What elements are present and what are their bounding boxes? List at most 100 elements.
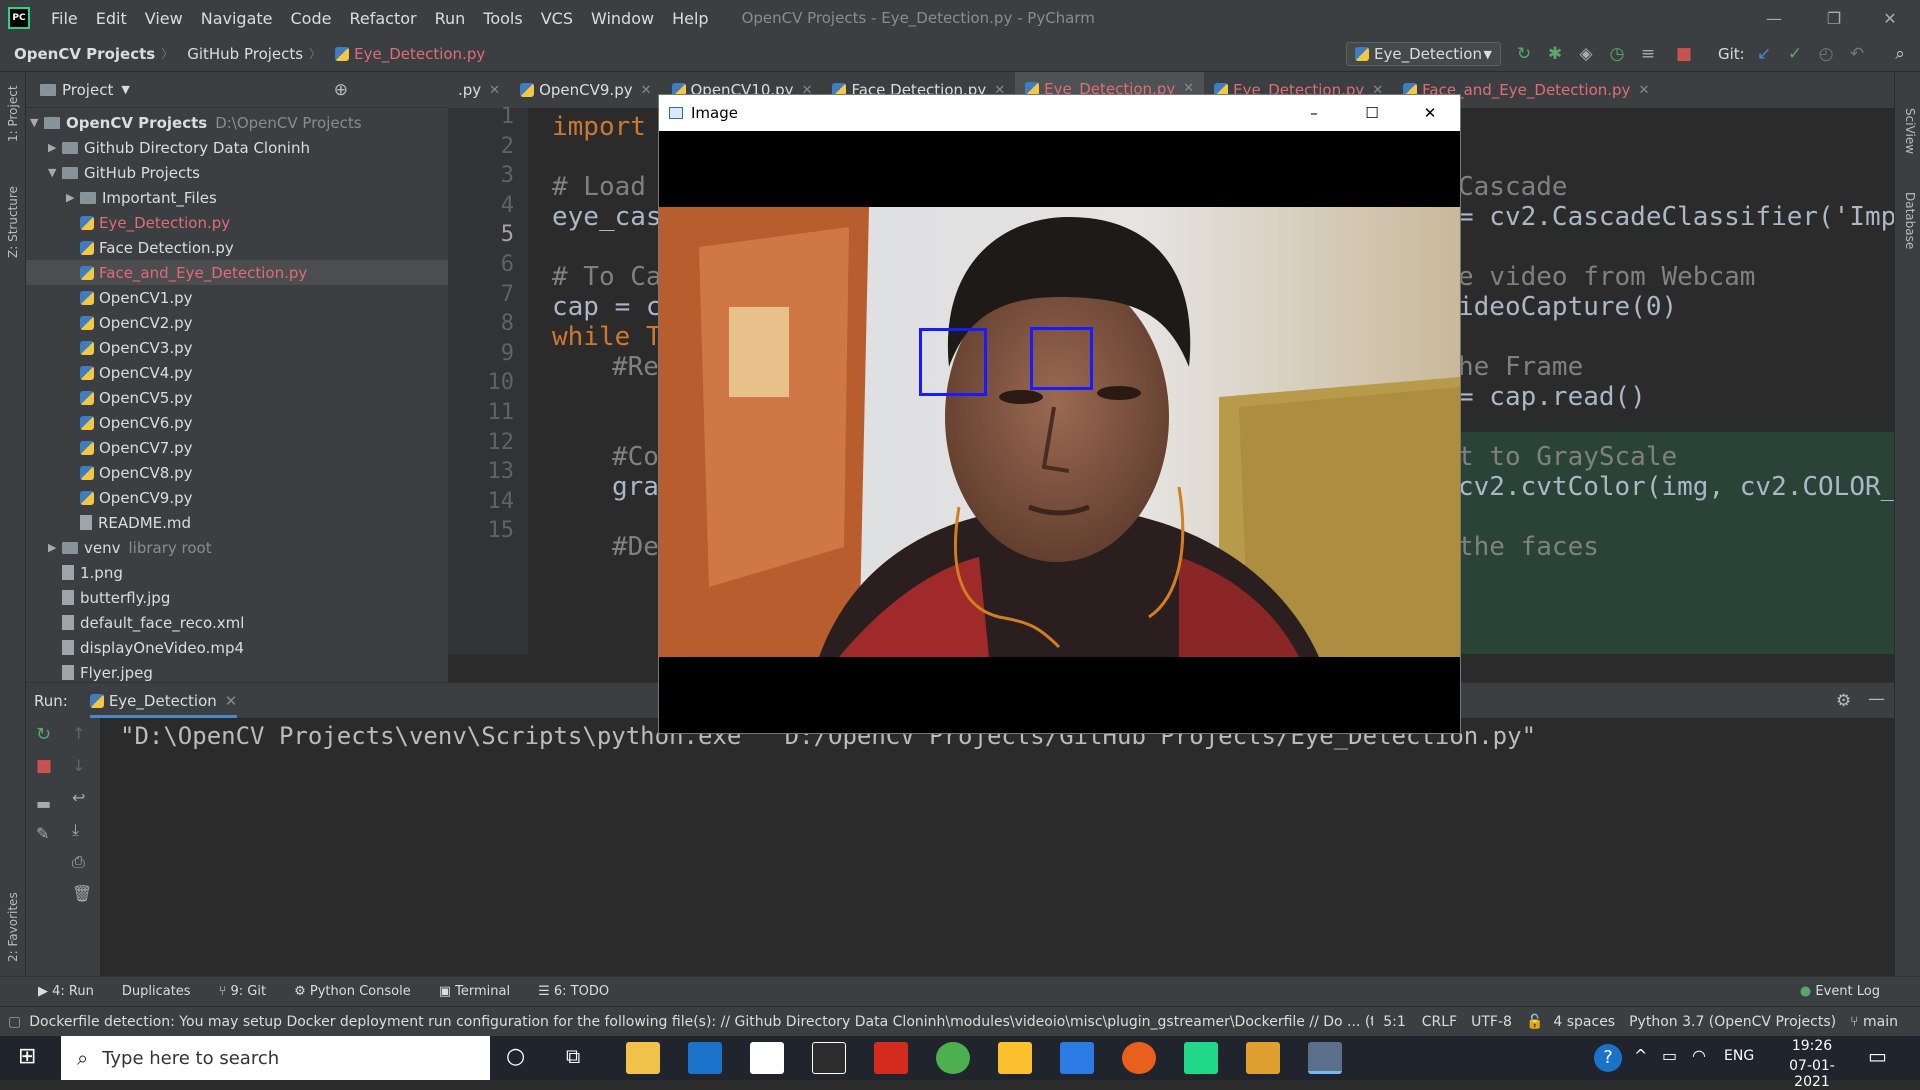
taskbar-search[interactable]: ⌕ Type here to search bbox=[61, 1036, 490, 1080]
close-tab-icon[interactable]: ✕ bbox=[225, 692, 238, 710]
up-arrow-icon[interactable]: ↑ bbox=[72, 724, 85, 743]
opencv-image-window[interactable]: Image – ☐ ✕ bbox=[658, 94, 1461, 734]
status-message[interactable]: Dockerfile detection: You may setup Dock… bbox=[29, 1014, 1373, 1030]
chevron-up-icon[interactable]: ^ bbox=[1634, 1046, 1647, 1065]
tree-item[interactable]: OpenCV1.py bbox=[26, 285, 448, 310]
menu-help[interactable]: Help bbox=[663, 9, 717, 28]
breadcrumb-folder[interactable]: GitHub Projects bbox=[173, 45, 309, 63]
stop-icon[interactable]: ■ bbox=[36, 756, 52, 776]
lock-icon[interactable]: 🔓 bbox=[1526, 1014, 1543, 1030]
tool-tab-todo[interactable]: ☰ 6: TODO bbox=[524, 984, 623, 999]
tree-item[interactable]: OpenCV4.py bbox=[26, 360, 448, 385]
tree-item[interactable]: OpenCV9.py bbox=[26, 485, 448, 510]
collapse-arrow-icon[interactable]: ▶ bbox=[48, 141, 62, 154]
task-view-icon[interactable]: ⧉ bbox=[566, 1044, 580, 1068]
project-tool-label[interactable]: 1: Project bbox=[6, 85, 20, 142]
caret-position[interactable]: 5:1 bbox=[1383, 1014, 1406, 1030]
app-icon[interactable] bbox=[812, 1042, 846, 1074]
expand-arrow-icon[interactable]: ▼ bbox=[30, 116, 44, 129]
indent-setting[interactable]: 4 spaces bbox=[1553, 1014, 1615, 1030]
close-icon[interactable]: ✕ bbox=[1860, 0, 1920, 36]
scroll-to-end-icon[interactable]: ⤓ bbox=[72, 820, 79, 840]
settings-icon[interactable]: ⚙ bbox=[1836, 691, 1851, 711]
stop-icon[interactable]: ■ bbox=[1674, 44, 1694, 64]
tree-item[interactable]: butterfly.jpg bbox=[26, 585, 448, 610]
tree-item[interactable]: Eye_Detection.py bbox=[26, 210, 448, 235]
breadcrumb-project[interactable]: OpenCV Projects bbox=[0, 45, 161, 63]
wifi-icon[interactable]: ◠ bbox=[1692, 1046, 1706, 1065]
tree-item[interactable]: 1.png bbox=[26, 560, 448, 585]
run-config-select[interactable]: Eye_Detection ▼ bbox=[1346, 42, 1501, 66]
tool-tab-git[interactable]: ⑂ 9: Git bbox=[205, 984, 281, 999]
git-branch[interactable]: ⑂ main bbox=[1850, 1014, 1898, 1030]
firefox-icon[interactable] bbox=[1122, 1042, 1156, 1074]
rerun-icon[interactable]: ↻ bbox=[1514, 44, 1534, 64]
help-icon[interactable]: ? bbox=[1594, 1044, 1622, 1072]
pin-icon[interactable]: ✎ bbox=[36, 824, 49, 843]
menu-run[interactable]: Run bbox=[426, 9, 475, 28]
run-console[interactable]: "D:\OpenCV Projects\venv\Scripts\python.… bbox=[100, 718, 1894, 976]
editor-tab[interactable]: OpenCV9.py ✕ bbox=[510, 72, 661, 108]
concurrency-icon[interactable]: ≡ bbox=[1638, 44, 1658, 64]
layout-icon[interactable]: ▬ bbox=[36, 794, 51, 813]
tree-item[interactable]: OpenCV2.py bbox=[26, 310, 448, 335]
run-tab[interactable]: Eye_Detection ✕ bbox=[89, 684, 238, 718]
down-arrow-icon[interactable]: ↓ bbox=[72, 756, 85, 775]
menu-refactor[interactable]: Refactor bbox=[340, 9, 425, 28]
chrome-icon[interactable] bbox=[936, 1042, 970, 1074]
menu-code[interactable]: Code bbox=[282, 9, 341, 28]
menu-navigate[interactable]: Navigate bbox=[192, 9, 282, 28]
tree-item[interactable]: README.md bbox=[26, 510, 448, 535]
close-tab-icon[interactable]: ✕ bbox=[489, 83, 500, 98]
menu-edit[interactable]: Edit bbox=[87, 9, 136, 28]
language-indicator[interactable]: ENG bbox=[1724, 1048, 1754, 1064]
tree-item[interactable]: ▶ venv library root bbox=[26, 535, 448, 560]
collapse-arrow-icon[interactable]: ▶ bbox=[48, 541, 62, 554]
coverage-icon[interactable]: ◈ bbox=[1576, 44, 1596, 64]
menu-tools[interactable]: Tools bbox=[474, 9, 531, 28]
locate-icon[interactable]: ⊕ bbox=[334, 80, 348, 100]
image-window-task-icon[interactable] bbox=[1308, 1042, 1342, 1074]
line-separator[interactable]: CRLF bbox=[1422, 1014, 1457, 1030]
file-explorer-icon[interactable] bbox=[626, 1042, 660, 1074]
clock-date[interactable]: 07-01-2021 bbox=[1772, 1058, 1852, 1090]
file-encoding[interactable]: UTF-8 bbox=[1471, 1014, 1512, 1030]
restore-icon[interactable]: ❐ bbox=[1804, 0, 1864, 36]
tree-item[interactable]: default_face_reco.xml bbox=[26, 610, 448, 635]
chevron-down-icon[interactable]: ▼ bbox=[121, 83, 129, 96]
tree-item[interactable]: OpenCV5.py bbox=[26, 385, 448, 410]
event-log[interactable]: ● Event Log bbox=[1800, 984, 1880, 999]
project-panel-title[interactable]: Project bbox=[62, 81, 113, 99]
minimize-icon[interactable]: – bbox=[1289, 104, 1339, 122]
tool-tab-python-console[interactable]: ⚙ Python Console bbox=[280, 984, 425, 999]
git-update-icon[interactable]: ↙ bbox=[1754, 44, 1774, 64]
git-rollback-icon[interactable]: ↶ bbox=[1847, 44, 1867, 64]
dropbox-icon[interactable] bbox=[750, 1042, 784, 1074]
menu-window[interactable]: Window bbox=[582, 9, 663, 28]
tree-item[interactable]: Face_and_Eye_Detection.py bbox=[26, 260, 448, 285]
todo-app-icon[interactable] bbox=[1060, 1042, 1094, 1074]
minimize-icon[interactable]: — bbox=[1744, 0, 1804, 36]
tree-item[interactable]: ▶ Github Directory Data Cloninh bbox=[26, 135, 448, 160]
breadcrumb-file[interactable]: Eye_Detection.py bbox=[321, 45, 491, 63]
git-commit-icon[interactable]: ✓ bbox=[1785, 44, 1805, 64]
tree-item[interactable]: OpenCV3.py bbox=[26, 335, 448, 360]
cortana-icon[interactable]: ○ bbox=[506, 1044, 525, 1069]
clock-time[interactable]: 19:26 bbox=[1772, 1038, 1852, 1054]
mail-icon[interactable] bbox=[688, 1042, 722, 1074]
profile-icon[interactable]: ◷ bbox=[1607, 44, 1627, 64]
status-toggle-icon[interactable]: ▢ bbox=[8, 1014, 21, 1030]
interpreter[interactable]: Python 3.7 (OpenCV Projects) bbox=[1629, 1014, 1836, 1030]
expand-arrow-icon[interactable]: ▼ bbox=[48, 166, 62, 179]
menu-view[interactable]: View bbox=[136, 9, 192, 28]
git-app-icon[interactable] bbox=[1246, 1042, 1280, 1074]
menu-vcs[interactable]: VCS bbox=[532, 9, 582, 28]
menu-file[interactable]: File bbox=[42, 9, 87, 28]
git-history-icon[interactable]: ◴ bbox=[1816, 44, 1836, 64]
pycharm-icon[interactable] bbox=[1184, 1042, 1218, 1074]
sticky-notes-icon[interactable] bbox=[998, 1042, 1032, 1074]
hide-panel-icon[interactable]: — bbox=[1868, 689, 1885, 709]
tree-item[interactable]: OpenCV7.py bbox=[26, 435, 448, 460]
tree-item[interactable]: displayOneVideo.mp4 bbox=[26, 635, 448, 660]
tree-item[interactable]: ▼ GitHub Projects bbox=[26, 160, 448, 185]
